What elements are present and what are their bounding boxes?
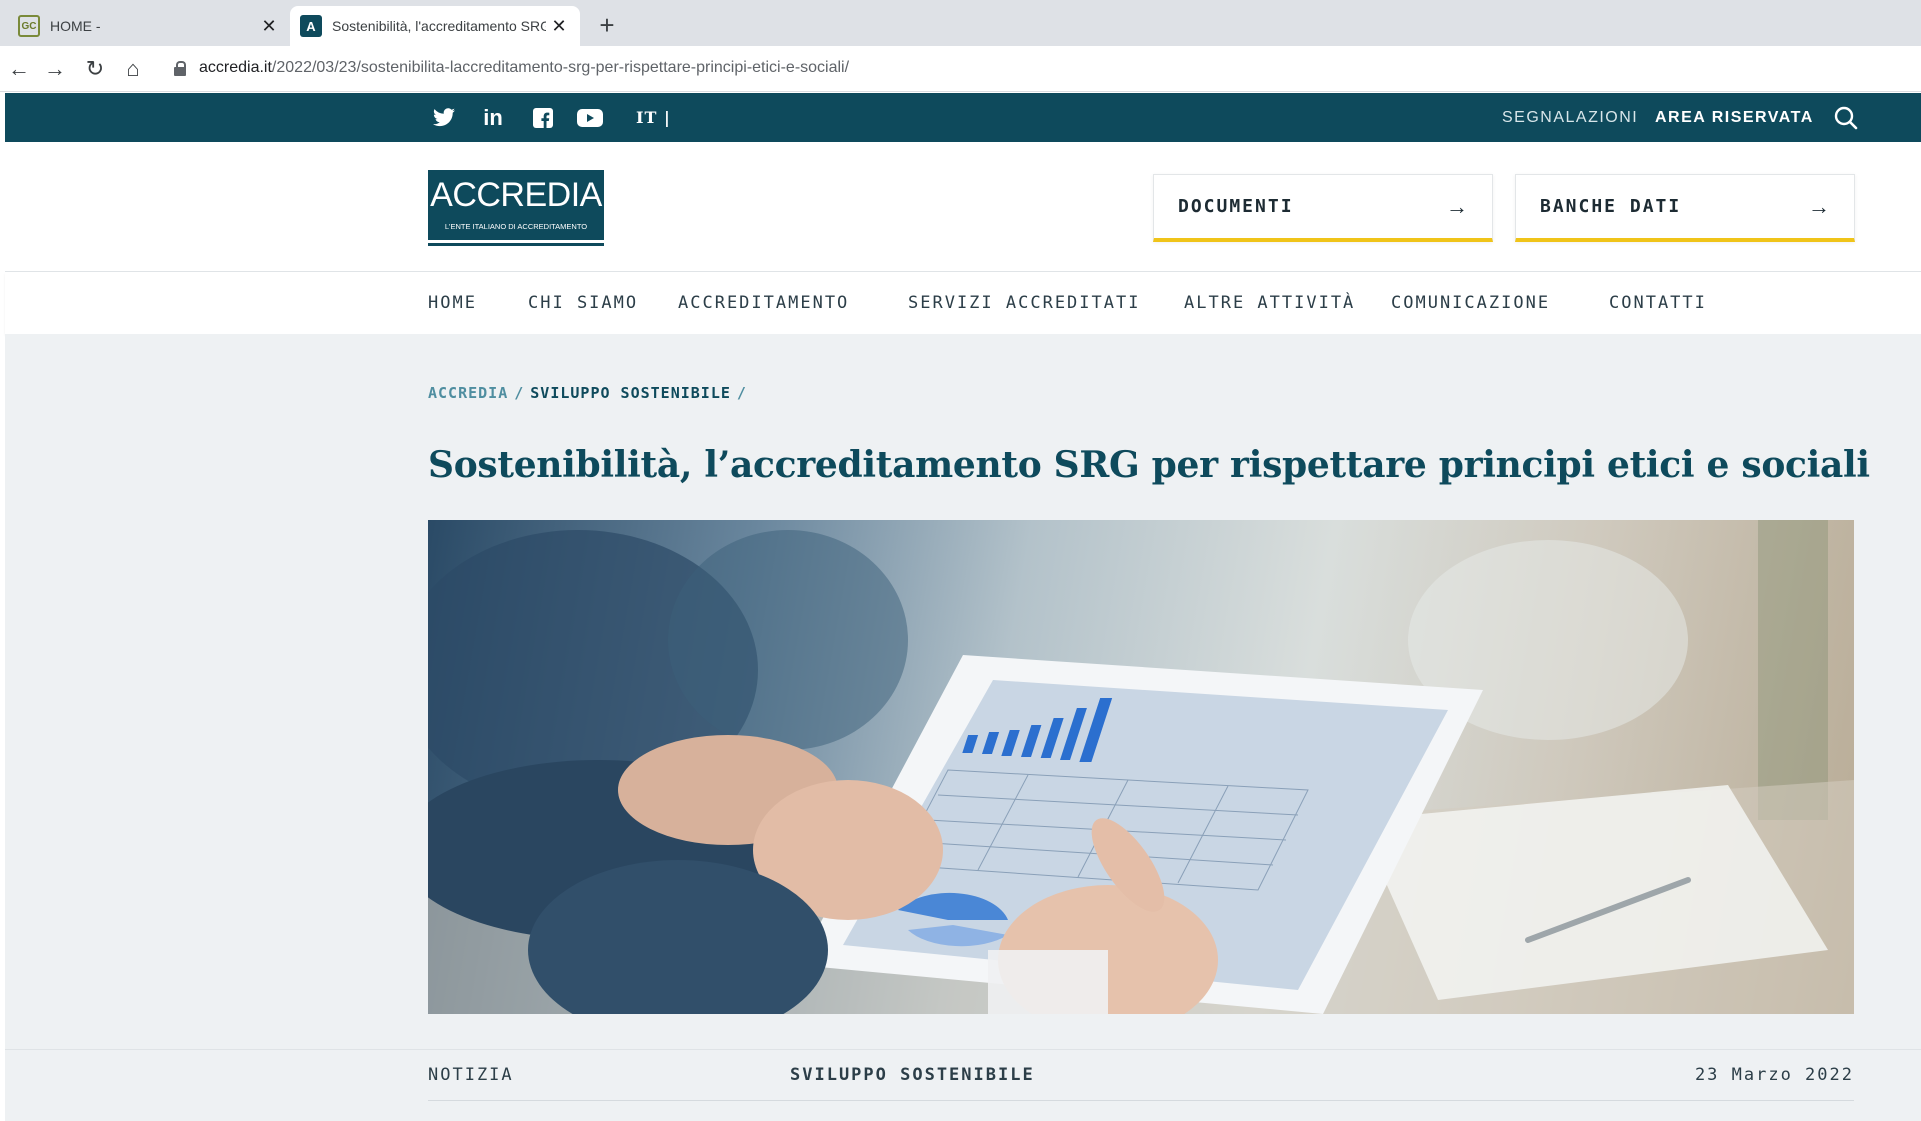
browser-tab-bar: GC HOME - ✕ A Sostenibilità, l'accredita…: [0, 0, 1921, 46]
youtube-icon[interactable]: [575, 93, 605, 142]
reload-icon[interactable]: ↻: [80, 54, 110, 84]
close-icon[interactable]: ✕: [256, 16, 282, 37]
segnalazioni-link[interactable]: SEGNALAZIONI: [1502, 93, 1638, 142]
article-type: NOTIZIA: [428, 1065, 514, 1085]
twitter-icon[interactable]: [430, 93, 458, 142]
nav-altre-attivita[interactable]: ALTRE ATTIVITÀ: [1184, 272, 1355, 334]
breadcrumb-separator: /: [514, 384, 525, 402]
documenti-button[interactable]: DOCUMENTI →: [1153, 174, 1493, 242]
article-category[interactable]: SVILUPPO SOSTENIBILE: [790, 1050, 1035, 1100]
article-date: 23 Marzo 2022: [1694, 1065, 1854, 1085]
breadcrumb: ACCREDIA / SVILUPPO SOSTENIBILE /: [428, 384, 753, 402]
linkedin-icon[interactable]: in: [479, 93, 507, 142]
forward-arrow-icon[interactable]: →: [40, 54, 70, 84]
url-path: /2022/03/23/sostenibilita-laccreditament…: [271, 59, 850, 76]
divider: [428, 1100, 1854, 1101]
logo-underline: [428, 243, 604, 246]
logo-wordmark: ACCREDIA: [430, 176, 602, 214]
nav-comunicazione[interactable]: COMUNICAZIONE: [1391, 272, 1550, 334]
nav-accreditamento[interactable]: ACCREDITAMENTO: [678, 272, 849, 334]
tab-title: HOME -: [50, 18, 101, 34]
breadcrumb-root[interactable]: ACCREDIA: [428, 384, 508, 402]
documenti-label: DOCUMENTI: [1178, 196, 1294, 217]
nav-chi-siamo[interactable]: CHI SIAMO: [528, 272, 638, 334]
site-favicon-icon: GC: [18, 15, 40, 37]
url-field[interactable]: accredia.it/2022/03/23/sostenibilita-lac…: [199, 59, 849, 77]
facebook-icon[interactable]: [529, 93, 557, 142]
hero-image: [428, 520, 1854, 1014]
nav-servizi-accreditati[interactable]: SERVIZI ACCREDITATI: [908, 272, 1140, 334]
area-riservata-link[interactable]: AREA RISERVATA: [1655, 93, 1814, 142]
new-tab-icon[interactable]: +: [592, 10, 622, 40]
tab-title: Sostenibilità, l'accreditamento SRG: [332, 18, 546, 34]
close-icon[interactable]: ✕: [546, 16, 572, 37]
url-domain: accredia.it: [199, 59, 272, 76]
arrow-right-icon: →: [1446, 193, 1468, 219]
nav-contatti[interactable]: CONTATTI: [1609, 272, 1707, 334]
browser-tab-home[interactable]: GC HOME - ✕: [8, 6, 290, 46]
article-content: ACCREDIA / SVILUPPO SOSTENIBILE / Sostenibi…: [5, 334, 1921, 1121]
accredia-logo[interactable]: ACCREDIA L'ENTE ITALIANO DI ACCREDITAMEN…: [428, 170, 604, 246]
site-header: ACCREDIA L'ENTE ITALIANO DI ACCREDITAMEN…: [5, 142, 1921, 272]
search-icon[interactable]: [1833, 105, 1859, 131]
main-navigation: HOME CHI SIAMO ACCREDITAMENTO SERVIZI AC…: [5, 272, 1921, 334]
back-arrow-icon[interactable]: ←: [4, 54, 34, 84]
banche-dati-label: BANCHE DATI: [1540, 196, 1682, 217]
page-title: Sostenibilità, l’accreditamento SRG per …: [428, 444, 1870, 486]
language-selector[interactable]: IT |: [636, 93, 671, 142]
article-meta-bar: NOTIZIA SVILUPPO SOSTENIBILE 23 Marzo 20…: [5, 1049, 1921, 1121]
banche-dati-button[interactable]: BANCHE DATI →: [1515, 174, 1855, 242]
hero-illustration: [428, 520, 1854, 1014]
logo-subtitle: L'ENTE ITALIANO DI ACCREDITAMENTO: [444, 222, 588, 231]
home-icon[interactable]: ⌂: [118, 54, 148, 84]
breadcrumb-separator: /: [736, 384, 747, 402]
breadcrumb-section[interactable]: SVILUPPO SOSTENIBILE: [530, 384, 731, 402]
site-top-bar: in IT | SEGNALAZIONI AREA RISERVATA: [5, 93, 1921, 142]
lock-icon[interactable]: [174, 61, 186, 76]
browser-tab-article[interactable]: A Sostenibilità, l'accreditamento SRG ✕: [290, 6, 580, 46]
accredia-favicon-icon: A: [300, 15, 322, 37]
browser-address-bar: ← → ↻ ⌂ accredia.it/2022/03/23/sostenibi…: [0, 46, 1921, 92]
nav-home[interactable]: HOME: [428, 272, 477, 334]
arrow-right-icon: →: [1808, 193, 1830, 219]
